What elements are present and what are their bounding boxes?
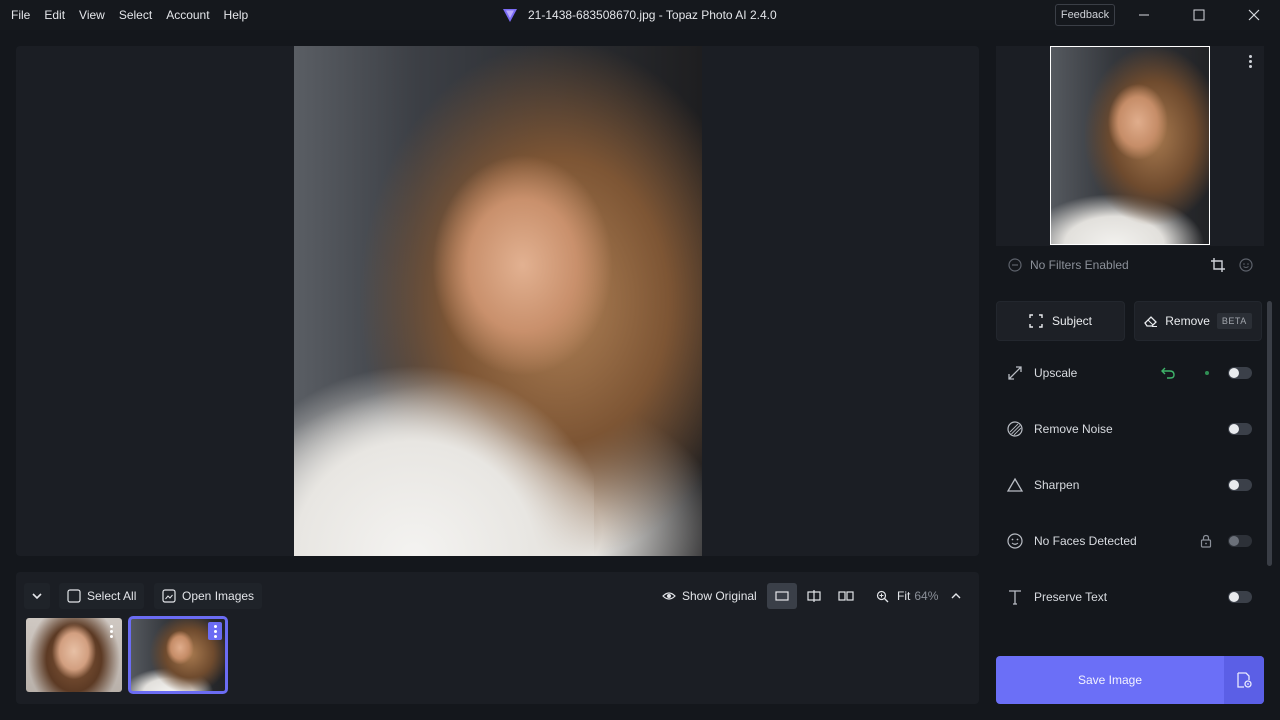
upscale-icon bbox=[1005, 363, 1025, 383]
eraser-icon bbox=[1144, 316, 1158, 327]
image-add-icon bbox=[162, 589, 176, 603]
tool-face-recovery[interactable]: No Faces Detected bbox=[996, 513, 1258, 569]
lock-icon bbox=[1200, 534, 1212, 548]
chevron-up-icon bbox=[951, 593, 961, 599]
title-bar: File Edit View Select Account Help 21-14… bbox=[0, 0, 1280, 30]
zoom-options-button[interactable] bbox=[941, 583, 971, 609]
noise-icon bbox=[1005, 419, 1025, 439]
topaz-logo-icon bbox=[500, 5, 520, 25]
collapse-filmstrip-button[interactable] bbox=[24, 583, 50, 609]
split-view-icon bbox=[807, 590, 821, 602]
minimize-button[interactable] bbox=[1121, 0, 1167, 30]
filmstrip-panel: Select All Open Images Show Original Fit… bbox=[16, 572, 979, 704]
zoom-control[interactable]: Fit 64% bbox=[868, 583, 946, 609]
window-title-area: 21-1438-683508670.jpg - Topaz Photo AI 2… bbox=[500, 0, 777, 30]
more-options-icon[interactable] bbox=[1249, 55, 1252, 68]
face-recovery-label: No Faces Detected bbox=[1034, 534, 1137, 548]
thumbnail-1[interactable] bbox=[26, 618, 122, 692]
preserve-text-toggle[interactable] bbox=[1228, 591, 1252, 603]
checkbox-icon bbox=[67, 589, 81, 603]
subject-label: Subject bbox=[1051, 314, 1093, 328]
menu-account[interactable]: Account bbox=[159, 0, 216, 30]
sharpen-toggle[interactable] bbox=[1228, 479, 1252, 491]
face-icon bbox=[1005, 531, 1025, 551]
open-images-label: Open Images bbox=[182, 589, 255, 603]
close-icon bbox=[1248, 9, 1260, 21]
zoom-value: 64% bbox=[914, 589, 939, 603]
text-icon bbox=[1005, 587, 1025, 607]
upscale-toggle[interactable] bbox=[1228, 367, 1252, 379]
remove-noise-label: Remove Noise bbox=[1034, 422, 1113, 436]
navigator-preview[interactable] bbox=[1050, 46, 1210, 245]
thumbnail-2[interactable] bbox=[128, 616, 228, 694]
menu-select[interactable]: Select bbox=[112, 0, 159, 30]
main-photo[interactable] bbox=[294, 46, 702, 556]
maximize-button[interactable] bbox=[1176, 0, 1222, 30]
save-image-button[interactable]: Save Image bbox=[996, 656, 1264, 704]
tools-scrollbar[interactable] bbox=[1267, 301, 1272, 566]
split-view-button[interactable] bbox=[799, 583, 829, 609]
photo-shirt-region bbox=[294, 356, 594, 556]
menu-edit[interactable]: Edit bbox=[37, 0, 72, 30]
side-by-side-view-button[interactable] bbox=[831, 583, 861, 609]
crop-icon[interactable] bbox=[1211, 258, 1225, 272]
sharpen-label: Sharpen bbox=[1034, 478, 1080, 492]
single-view-icon bbox=[775, 591, 789, 601]
face-recovery-toggle bbox=[1228, 535, 1252, 547]
close-button[interactable] bbox=[1231, 0, 1277, 30]
tool-remove-noise[interactable]: Remove Noise bbox=[996, 401, 1258, 457]
menu-help[interactable]: Help bbox=[217, 0, 256, 30]
menu-view[interactable]: View bbox=[72, 0, 112, 30]
zoom-mode: Fit bbox=[897, 589, 911, 603]
remove-label: Remove bbox=[1165, 314, 1210, 328]
navigator-panel bbox=[996, 46, 1264, 246]
open-images-button[interactable]: Open Images bbox=[154, 583, 263, 609]
minimize-icon bbox=[1139, 14, 1149, 16]
remove-noise-toggle[interactable] bbox=[1228, 423, 1252, 435]
upscale-label: Upscale bbox=[1034, 366, 1078, 380]
feedback-button[interactable]: Feedback bbox=[1055, 4, 1115, 26]
menu-file[interactable]: File bbox=[4, 0, 37, 30]
show-original-button[interactable]: Show Original bbox=[654, 583, 765, 609]
menu-bar: File Edit View Select Account Help bbox=[0, 0, 255, 30]
subject-button[interactable]: Subject bbox=[996, 301, 1125, 341]
export-settings-button[interactable] bbox=[1224, 656, 1264, 704]
select-all-button[interactable]: Select All bbox=[59, 583, 145, 609]
image-canvas[interactable] bbox=[16, 46, 979, 556]
save-image-label: Save Image bbox=[1077, 673, 1143, 687]
maximize-icon bbox=[1193, 9, 1205, 21]
beta-badge: BETA bbox=[1216, 313, 1252, 329]
tool-upscale[interactable]: Upscale bbox=[996, 345, 1258, 401]
chevron-down-icon bbox=[32, 593, 42, 600]
face-settings-icon[interactable] bbox=[1239, 258, 1253, 272]
subject-select-icon bbox=[1029, 314, 1043, 328]
show-original-label: Show Original bbox=[682, 589, 757, 603]
status-dot bbox=[1205, 371, 1209, 375]
filter-off-icon bbox=[1008, 258, 1022, 272]
side-by-side-icon bbox=[838, 591, 854, 601]
tool-sharpen[interactable]: Sharpen bbox=[996, 457, 1258, 513]
sharpen-icon bbox=[1005, 475, 1025, 495]
select-all-label: Select All bbox=[87, 589, 137, 603]
single-view-button[interactable] bbox=[767, 583, 797, 609]
filters-status-row: No Filters Enabled bbox=[996, 252, 1264, 278]
preserve-text-label: Preserve Text bbox=[1034, 590, 1108, 604]
thumbnail-menu-icon[interactable] bbox=[208, 622, 222, 640]
undo-icon[interactable] bbox=[1160, 366, 1176, 380]
filters-status: No Filters Enabled bbox=[1030, 258, 1129, 272]
window-title: 21-1438-683508670.jpg - Topaz Photo AI 2… bbox=[528, 8, 777, 22]
eye-icon bbox=[662, 592, 676, 600]
zoom-icon bbox=[876, 590, 889, 602]
tool-preserve-text[interactable]: Preserve Text bbox=[996, 569, 1258, 625]
thumbnail-menu-icon[interactable] bbox=[104, 622, 118, 640]
export-settings-icon bbox=[1237, 672, 1252, 688]
remove-button[interactable]: Remove BETA bbox=[1134, 301, 1262, 341]
